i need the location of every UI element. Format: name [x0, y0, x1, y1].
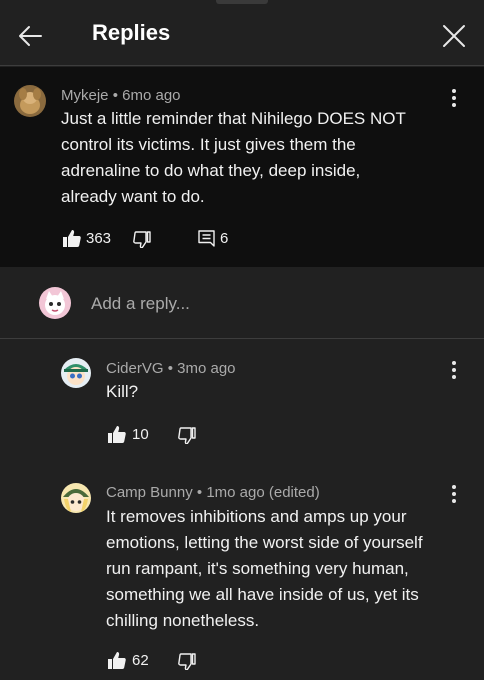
avatar-image	[14, 85, 46, 117]
dislike-button[interactable]	[177, 425, 197, 445]
author-name[interactable]: Camp Bunny	[106, 484, 193, 501]
comment-meta: Mykeje • 6mo ago	[61, 87, 181, 104]
close-icon	[443, 25, 465, 47]
thumbs-up-icon	[63, 229, 81, 247]
divider	[0, 338, 484, 339]
arrow-left-icon	[19, 26, 42, 46]
meta-separator: •	[167, 360, 173, 377]
thumbs-down-icon	[178, 652, 196, 670]
author-name[interactable]: CiderVG	[106, 360, 164, 377]
user-avatar-image	[39, 287, 71, 319]
avatar-image	[61, 483, 91, 513]
back-button[interactable]	[14, 20, 46, 52]
more-options-button[interactable]	[444, 86, 464, 110]
avatar-image	[61, 358, 91, 388]
like-button[interactable]	[62, 228, 82, 248]
like-count: 363	[86, 230, 112, 247]
author-name[interactable]: Mykeje	[61, 87, 109, 104]
like-button[interactable]	[107, 650, 127, 670]
comment-meta: CiderVG • 3mo ago	[106, 360, 236, 377]
add-reply-input[interactable]: Add a reply...	[91, 294, 451, 314]
timestamp: 1mo ago (edited)	[206, 484, 320, 501]
reply-count: 6	[220, 230, 229, 247]
thumbs-down-icon	[178, 426, 196, 444]
user-avatar	[39, 287, 71, 319]
more-options-button[interactable]	[444, 482, 464, 506]
dislike-button[interactable]	[177, 651, 197, 671]
timestamp: 3mo ago	[177, 360, 236, 377]
replies-header	[0, 0, 484, 66]
like-count: 10	[132, 426, 149, 443]
meta-separator: •	[112, 87, 118, 104]
comment-text: Kill?	[106, 382, 139, 401]
avatar[interactable]	[61, 358, 91, 388]
like-count: 62	[132, 652, 149, 669]
comment-text: It removes inhibitions and amps up your …	[106, 507, 423, 630]
drag-handle[interactable]	[216, 0, 268, 4]
page-title: Replies	[92, 20, 171, 45]
timestamp: 6mo ago	[122, 87, 181, 104]
meta-separator: •	[196, 484, 203, 501]
more-options-button[interactable]	[444, 358, 464, 382]
thumbs-up-icon	[108, 651, 126, 669]
close-button[interactable]	[438, 20, 470, 52]
replies-button[interactable]	[196, 228, 216, 248]
like-button[interactable]	[107, 424, 127, 444]
comment-icon	[197, 229, 215, 247]
thumbs-up-icon	[108, 425, 126, 443]
comment-meta: Camp Bunny • 1mo ago (edited)	[106, 484, 320, 501]
dislike-button[interactable]	[132, 229, 152, 249]
comment-text: Just a little reminder that Nihilego DOE…	[61, 109, 406, 206]
avatar[interactable]	[14, 85, 46, 117]
thumbs-down-icon	[133, 230, 151, 248]
avatar[interactable]	[61, 483, 91, 513]
